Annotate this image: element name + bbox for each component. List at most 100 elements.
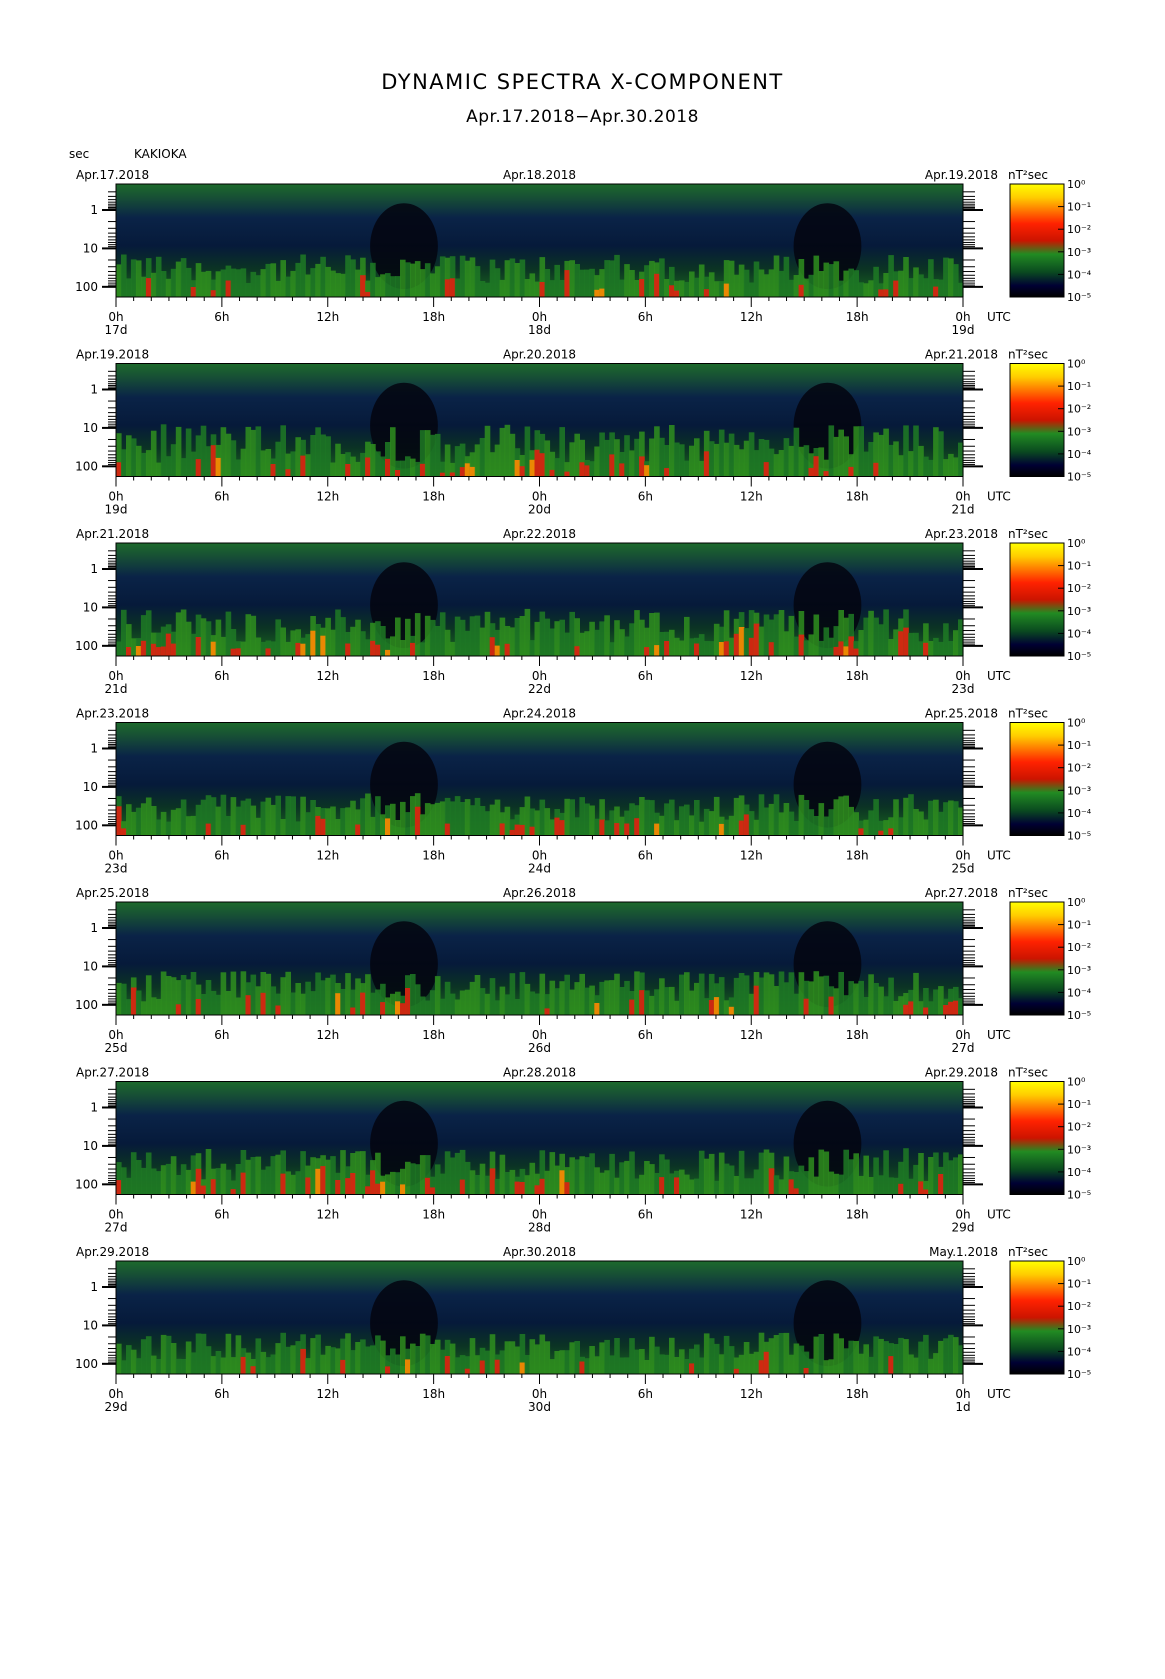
activity-streak (275, 795, 281, 836)
activity-streak (225, 816, 232, 836)
activity-burst (574, 646, 580, 656)
activity-burst (634, 818, 640, 836)
y-tick-label: 1 (90, 1100, 98, 1114)
activity-streak (723, 819, 730, 836)
activity-streak (130, 438, 137, 477)
activity-streak (375, 989, 381, 1015)
activity-streak (659, 1354, 665, 1374)
activity-burst (639, 279, 645, 297)
activity-streak (723, 1335, 730, 1374)
x-axis-utc-label: UTC (987, 669, 1011, 683)
activity-streak (414, 1164, 421, 1195)
activity-streak (813, 614, 820, 656)
colorbar-tick-label: 10⁰ (1067, 358, 1086, 371)
activity-streak (679, 444, 685, 477)
activity-streak (853, 1341, 859, 1374)
x-day-label: 25d (105, 1041, 128, 1055)
activity-burst (150, 643, 157, 656)
activity-streak (803, 800, 810, 836)
activity-burst (733, 633, 740, 656)
activity-streak (883, 1341, 889, 1374)
activity-streak (624, 980, 630, 1015)
activity-streak (529, 1162, 536, 1195)
activity-streak (913, 809, 919, 836)
activity-burst (170, 643, 177, 656)
activity-burst (200, 1185, 207, 1195)
activity-streak (703, 998, 710, 1015)
activity-streak (270, 986, 277, 1015)
activity-streak (175, 808, 182, 836)
x-tick-label: 0h (108, 1387, 123, 1401)
activity-burst (414, 806, 421, 836)
activity-streak (758, 794, 765, 836)
activity-burst (335, 1180, 341, 1195)
activity-streak (694, 1178, 700, 1195)
activity-streak (763, 1149, 770, 1195)
activity-streak (728, 433, 735, 477)
activity-streak (539, 1334, 546, 1374)
activity-streak (459, 990, 466, 1015)
activity-streak (419, 269, 426, 297)
activity-burst (539, 453, 546, 477)
activity-streak (893, 1001, 899, 1015)
activity-burst (210, 445, 217, 477)
activity-streak (843, 995, 849, 1015)
activity-burst (843, 646, 849, 656)
activity-streak (245, 283, 252, 297)
activity-streak (933, 989, 939, 1015)
activity-streak (175, 261, 182, 297)
activity-streak (305, 274, 311, 297)
activity-streak (913, 267, 919, 297)
activity-burst (439, 472, 446, 477)
activity-streak (818, 640, 825, 656)
activity-burst (350, 1173, 356, 1195)
activity-streak (365, 974, 371, 1015)
activity-streak (504, 424, 511, 477)
activity-streak (559, 427, 565, 477)
activity-burst (918, 1181, 924, 1195)
activity-streak (773, 1335, 780, 1374)
activity-streak (579, 1156, 585, 1195)
activity-streak (305, 634, 311, 656)
x-tick-label: 6h (214, 1208, 229, 1222)
activity-streak (878, 1175, 884, 1195)
activity-streak (340, 808, 346, 836)
activity-burst (335, 993, 341, 1015)
activity-streak (185, 816, 192, 836)
x-tick-label: 12h (316, 1028, 339, 1042)
activity-streak (594, 1356, 600, 1374)
activity-streak (439, 998, 446, 1015)
activity-burst (808, 467, 815, 477)
activity-burst (898, 631, 904, 656)
activity-streak (624, 1160, 630, 1195)
activity-burst (509, 829, 516, 836)
activity-streak (569, 799, 575, 836)
activity-burst (689, 1363, 695, 1374)
x-tick-label: 6h (638, 1028, 653, 1042)
activity-streak (843, 795, 849, 836)
colorbar-tick-label: 10⁻⁴ (1067, 627, 1092, 640)
activity-streak (310, 435, 316, 477)
activity-burst (898, 1183, 904, 1195)
activity-streak (708, 272, 715, 297)
activity-streak (215, 271, 222, 297)
activity-streak (250, 974, 257, 1015)
activity-streak (250, 805, 257, 836)
activity-streak (778, 1179, 785, 1195)
activity-streak (669, 986, 675, 1015)
activity-streak (320, 434, 326, 477)
activity-streak (504, 260, 511, 297)
activity-streak (380, 1340, 386, 1374)
activity-streak (484, 1350, 491, 1374)
activity-burst (788, 1179, 795, 1195)
activity-burst (489, 1168, 496, 1195)
activity-streak (619, 629, 625, 656)
activity-streak (469, 1338, 476, 1374)
activity-streak (574, 264, 580, 297)
activity-streak (499, 1154, 506, 1195)
y-tick-label: 1 (90, 1280, 98, 1294)
x-day-label: 19d (952, 323, 975, 337)
activity-streak (370, 444, 376, 477)
colorbar-tick-label: 10⁻³ (1067, 425, 1091, 438)
activity-streak (479, 627, 486, 656)
